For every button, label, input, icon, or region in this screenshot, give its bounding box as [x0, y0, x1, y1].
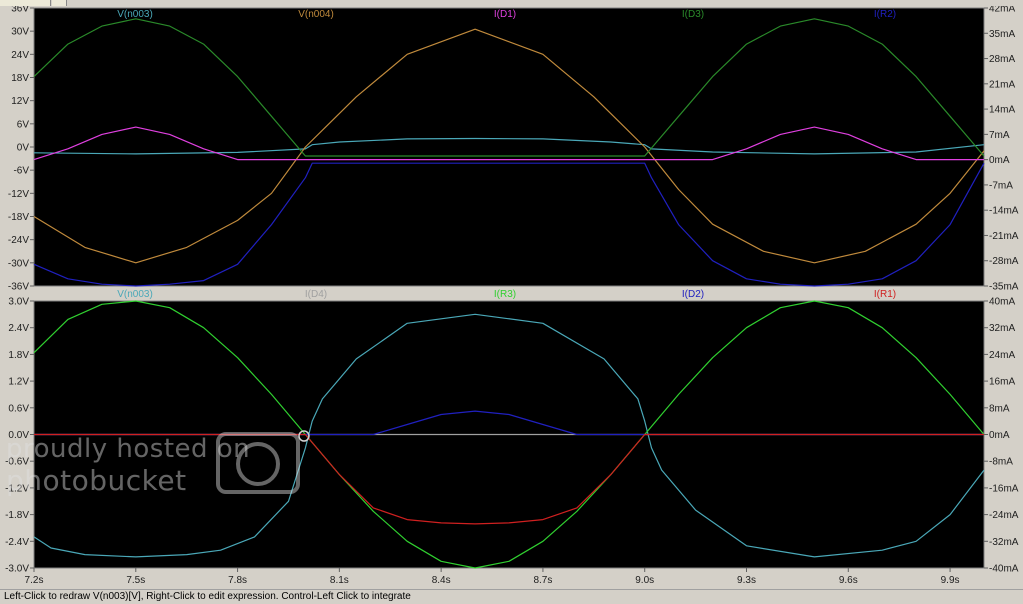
left-tick-label: -1.8V: [5, 510, 29, 521]
right-tick-label: 0mA: [989, 155, 1010, 166]
left-tick-label: 30V: [11, 27, 29, 38]
left-tick-label: -6V: [13, 166, 29, 177]
right-tick-label: 8mA: [989, 403, 1010, 414]
right-tick-label: -21mA: [989, 231, 1019, 242]
right-tick-label: 40mA: [989, 297, 1015, 308]
left-tick-label: -36V: [8, 282, 29, 293]
right-tick-label: -7mA: [989, 180, 1013, 191]
right-tick-label: 14mA: [989, 105, 1015, 116]
left-tick-label: -30V: [8, 258, 29, 269]
left-tick-label: 1.8V: [8, 350, 29, 361]
x-tick-label: 9.6s: [839, 575, 858, 586]
legend-i-d2[interactable]: I(D2): [682, 289, 704, 300]
x-tick-label: 8.4s: [432, 575, 451, 586]
legend-v-n003[interactable]: V(n003): [117, 9, 153, 20]
x-tick-label: 9.9s: [941, 575, 960, 586]
left-tick-label: -1.2V: [5, 483, 29, 494]
right-tick-label: -24mA: [989, 510, 1019, 521]
upper-plot-pane[interactable]: 36V 30V 24V 18V 12V 6V 0V -6V -12V -18V -24V -30V -3…: [8, 6, 1019, 293]
right-tick-label: -28mA: [989, 256, 1019, 267]
left-tick-label: -18V: [8, 212, 29, 223]
legend-i-r3[interactable]: I(R3): [494, 289, 516, 300]
left-tick-label: 0V: [17, 143, 30, 154]
left-tick-label: 1.2V: [8, 377, 29, 388]
x-tick-label: 9.3s: [737, 575, 756, 586]
left-tick-label: 18V: [11, 73, 29, 84]
left-tick-label: -0.6V: [5, 457, 29, 468]
x-tick-label: 7.2s: [25, 575, 44, 586]
left-tick-label: 6V: [17, 119, 30, 130]
right-tick-label: -16mA: [989, 483, 1019, 494]
x-tick-label: 8.7s: [533, 575, 552, 586]
status-bar: Left-Click to redraw V(n003)[V], Right-C…: [0, 589, 1023, 604]
legend-i-r1[interactable]: I(R1): [874, 289, 896, 300]
x-tick-label: 7.8s: [228, 575, 247, 586]
legend-i-d4[interactable]: I(D4): [305, 289, 327, 300]
right-tick-label: 16mA: [989, 377, 1015, 388]
legend-i-d1[interactable]: I(D1): [494, 9, 516, 20]
right-tick-label: 35mA: [989, 29, 1015, 40]
left-tick-label: -12V: [8, 189, 29, 200]
left-tick-label: -2.4V: [5, 537, 29, 548]
left-tick-label: 0.6V: [8, 403, 29, 414]
lower-plot-pane[interactable]: 3.0V 2.4V 1.8V 1.2V 0.6V 0.0V -0.6V -1.2V -1.8V -…: [5, 289, 1019, 575]
left-tick-label: 0.0V: [8, 430, 29, 441]
right-tick-label: -35mA: [989, 282, 1019, 293]
left-tick-label: 36V: [11, 6, 29, 15]
right-tick-label: 21mA: [989, 79, 1015, 90]
right-tick-label: -14mA: [989, 206, 1019, 217]
right-tick-label: -40mA: [989, 564, 1019, 575]
legend-v-n003[interactable]: V(n003): [117, 289, 153, 300]
x-tick-label: 8.1s: [330, 575, 349, 586]
x-tick-label: 9.0s: [635, 575, 654, 586]
right-tick-label: 24mA: [989, 350, 1015, 361]
waveform-viewer[interactable]: 36V 30V 24V 18V 12V 6V 0V -6V -12V -18V -24V -30V -3…: [0, 6, 1023, 589]
right-tick-label: 0mA: [989, 430, 1010, 441]
left-tick-label: 2.4V: [8, 323, 29, 334]
right-tick-label: 42mA: [989, 6, 1015, 15]
x-tick-label: 7.5s: [126, 575, 145, 586]
legend-i-d3[interactable]: I(D3): [682, 9, 704, 20]
left-tick-label: -3.0V: [5, 564, 29, 575]
right-tick-label: 28mA: [989, 54, 1015, 65]
left-tick-label: 3.0V: [8, 297, 29, 308]
right-tick-label: -8mA: [989, 457, 1013, 468]
legend-i-r2[interactable]: I(R2): [874, 9, 896, 20]
right-tick-label: 7mA: [989, 130, 1010, 141]
legend-v-n004[interactable]: V(n004): [298, 9, 334, 20]
left-tick-label: 24V: [11, 50, 29, 61]
right-tick-label: 32mA: [989, 323, 1015, 334]
left-tick-label: 12V: [11, 96, 29, 107]
left-tick-label: -24V: [8, 235, 29, 246]
right-tick-label: -32mA: [989, 537, 1019, 548]
plot-background[interactable]: [33, 7, 985, 287]
